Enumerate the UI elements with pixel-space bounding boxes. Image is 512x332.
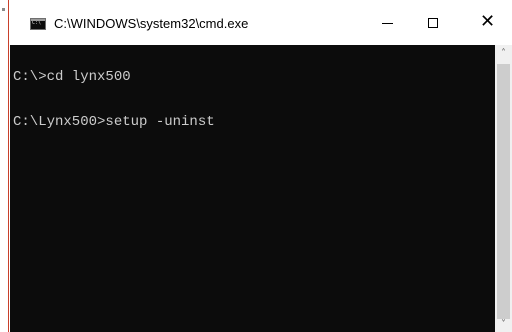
maximize-button[interactable] [411,0,457,45]
console-output[interactable]: C:\>cd lynx500 C:\Lynx500>setup -uninst [10,45,495,332]
maximize-icon [428,18,438,28]
icon-title-strip [31,19,45,21]
title-bar[interactable]: C:\ C:\WINDOWS\system32\cmd.exe ✕ [9,0,512,45]
console-line: C:\Lynx500>setup -uninst [13,114,215,130]
close-icon: ✕ [480,11,496,32]
scroll-up-arrow-icon[interactable]: ˄ [495,47,512,61]
console-app-icon[interactable]: C:\ [30,18,46,30]
page-edge-mark [2,8,5,11]
close-button[interactable]: ✕ [466,0,512,45]
window-title: C:\WINDOWS\system32\cmd.exe [54,16,249,31]
scroll-thumb[interactable] [497,64,510,319]
vertical-scrollbar[interactable]: ˄ ˅ [495,45,512,332]
minimize-button[interactable] [365,0,411,45]
cmd-window: C:\ C:\WINDOWS\system32\cmd.exe ✕ C:\>cd… [8,0,512,332]
scroll-down-arrow-icon[interactable]: ˅ [495,318,512,332]
minimize-icon [382,23,393,24]
console-line: C:\>cd lynx500 [13,69,131,85]
